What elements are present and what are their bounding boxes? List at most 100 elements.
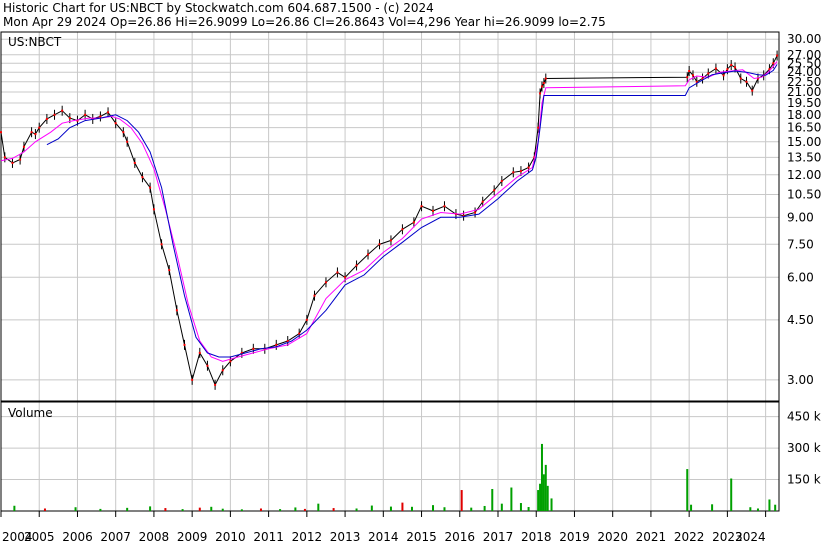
x-tick-label: 2020 <box>597 530 628 543</box>
price-point <box>420 205 423 208</box>
x-tick-label: 2019 <box>559 530 590 543</box>
price-point <box>38 126 41 129</box>
price-point <box>688 69 691 72</box>
price-point <box>149 186 152 189</box>
x-tick-label: 2016 <box>444 530 475 543</box>
price-point <box>141 176 144 179</box>
volume-bar <box>768 499 771 511</box>
volume-bar <box>491 488 494 511</box>
price-point <box>0 131 2 134</box>
x-tick-label: 2021 <box>636 530 667 543</box>
short-moving-average-line <box>0 61 778 362</box>
volume-panel-frame <box>0 401 780 512</box>
price-point <box>53 113 56 116</box>
volume-bar <box>149 506 152 511</box>
volume-bar <box>510 487 513 511</box>
price-point <box>493 189 496 192</box>
price-point <box>305 318 308 321</box>
price-point <box>206 364 209 367</box>
volume-bar <box>542 474 545 511</box>
price-point <box>99 115 102 118</box>
price-point <box>22 145 25 148</box>
volume-bar <box>537 490 540 511</box>
price-point <box>34 133 37 136</box>
price-point <box>84 113 87 116</box>
volume-bar <box>221 508 224 511</box>
price-point <box>114 122 117 125</box>
volume-bar <box>99 508 102 511</box>
volume-bar <box>164 508 167 511</box>
price-point <box>500 180 503 183</box>
price-point <box>191 378 194 381</box>
volume-bar <box>259 508 262 511</box>
price-point <box>401 228 404 231</box>
price-point <box>722 74 725 77</box>
price-panel-title: US:NBCT <box>8 35 62 49</box>
price-tick-label: 4.50 <box>787 313 814 327</box>
price-tick-label: 10.50 <box>787 188 821 202</box>
price-point <box>229 360 232 363</box>
volume-bar <box>690 504 693 511</box>
x-tick-label: 2009 <box>177 530 208 543</box>
volume-bar <box>389 506 392 511</box>
price-tick-label: 9.00 <box>787 210 814 224</box>
volume-bar <box>410 506 413 511</box>
price-point <box>481 200 484 203</box>
volume-tick-label: 450 k <box>787 410 821 424</box>
volume-bar <box>74 507 77 511</box>
x-tick-label: 2007 <box>100 530 131 543</box>
volume-bar <box>540 443 543 511</box>
price-point <box>443 205 446 208</box>
volume-bar <box>756 508 759 511</box>
price-point <box>389 239 392 242</box>
price-point <box>107 111 110 114</box>
price-point <box>772 62 775 65</box>
volume-bar <box>470 507 473 511</box>
x-tick-label: 2012 <box>292 530 323 543</box>
volume-bar <box>774 504 777 511</box>
stock-chart: US:NBCT Volume 30.0027.0025.5024.0022.50… <box>0 31 821 543</box>
price-tick-label: 13.50 <box>787 150 821 164</box>
volume-bar <box>198 507 201 511</box>
price-point <box>133 161 136 164</box>
price-tick-label: 16.50 <box>787 121 821 135</box>
price-point <box>61 109 64 112</box>
price-tick-label: 30.00 <box>787 32 821 46</box>
volume-bar <box>460 490 463 511</box>
price-series <box>0 50 779 390</box>
price-point <box>432 209 435 212</box>
price-point <box>198 351 201 354</box>
volume-bar <box>749 507 752 511</box>
volume-bar <box>539 483 542 511</box>
price-point <box>527 166 530 169</box>
price-point <box>776 54 779 57</box>
price-point <box>367 253 370 256</box>
price-point <box>519 170 522 173</box>
price-grid <box>1 38 779 381</box>
price-point <box>324 281 327 284</box>
volume-bar <box>711 504 714 511</box>
volume-bar <box>13 505 16 511</box>
volume-bars <box>13 443 777 511</box>
price-axis-labels: 30.0027.0025.5024.0022.5021.0019.5018.00… <box>787 32 821 387</box>
price-line <box>0 55 778 386</box>
price-point <box>378 243 381 246</box>
price-point <box>730 64 733 67</box>
volume-bar <box>240 509 243 511</box>
volume-bar <box>181 509 184 511</box>
price-point <box>298 332 301 335</box>
volume-tick-label: 300 k <box>787 441 821 455</box>
x-axis-labels: 20042005 2006 2007 2008 2009 2010 2011 2012 2013… <box>2 530 766 543</box>
price-point <box>734 66 737 69</box>
price-point <box>691 74 694 77</box>
price-point <box>539 92 542 95</box>
price-point <box>739 77 742 80</box>
price-point <box>45 117 48 120</box>
price-point <box>355 264 358 267</box>
price-point <box>726 68 729 71</box>
long-moving-average-line <box>46 64 778 358</box>
price-tick-label: 12.00 <box>787 168 821 182</box>
price-point <box>152 208 155 211</box>
price-point <box>512 171 515 174</box>
volume-bar <box>550 498 553 511</box>
